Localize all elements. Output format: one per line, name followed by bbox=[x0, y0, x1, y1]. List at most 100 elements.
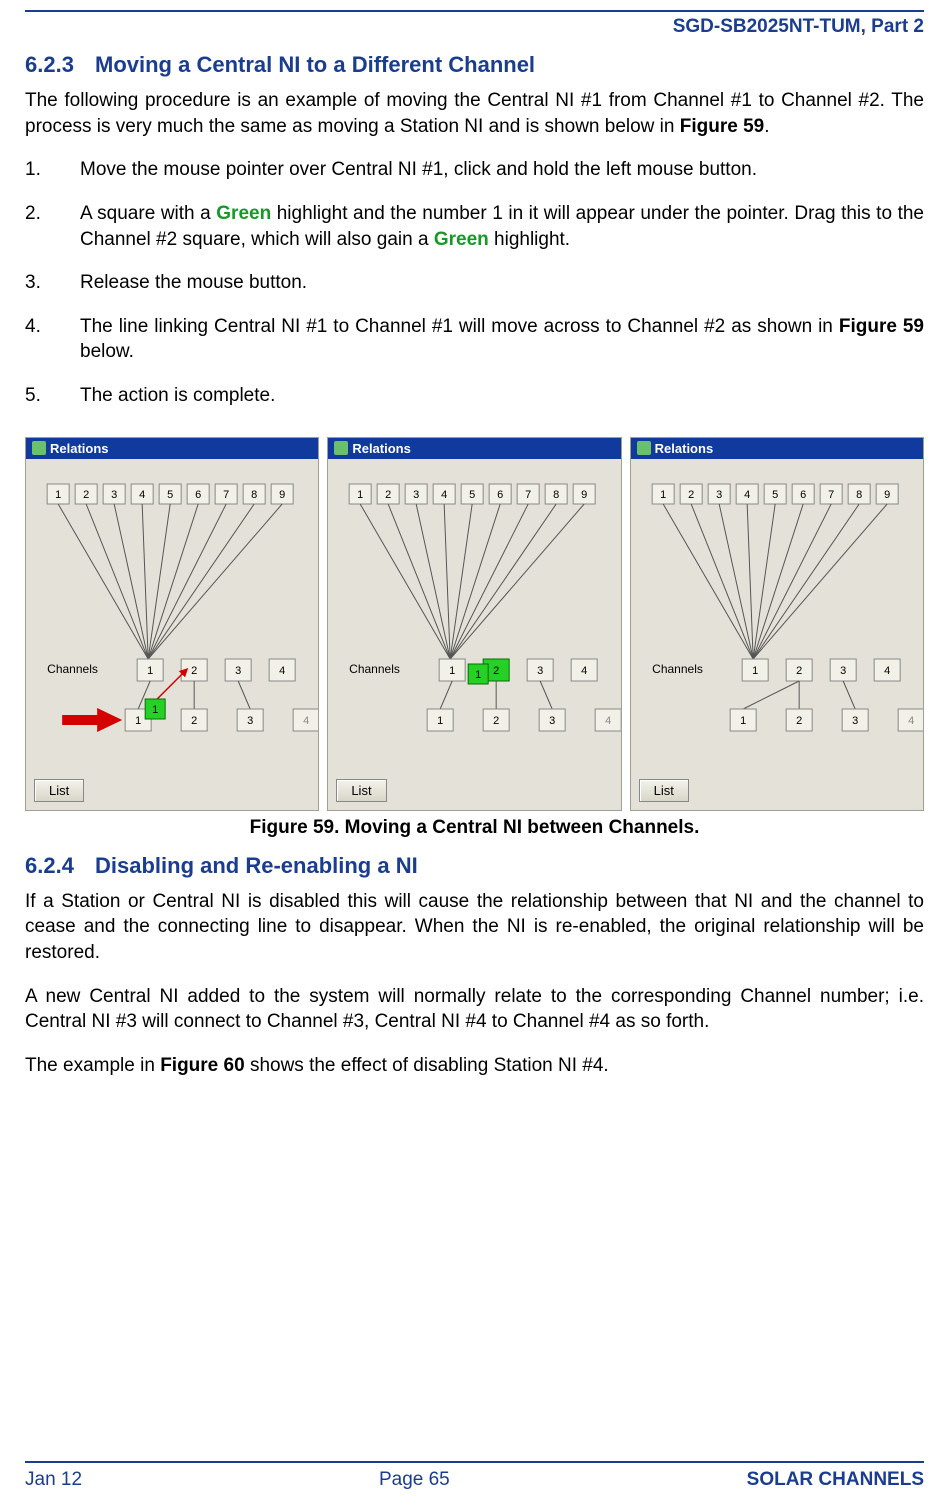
svg-text:Channels: Channels bbox=[652, 662, 703, 676]
svg-text:6: 6 bbox=[195, 489, 201, 501]
svg-text:3: 3 bbox=[716, 489, 722, 501]
svg-text:1: 1 bbox=[55, 489, 61, 501]
svg-text:3: 3 bbox=[413, 489, 419, 501]
svg-text:9: 9 bbox=[884, 489, 890, 501]
relations-panel-1: Relations 1 2 3 bbox=[25, 437, 319, 811]
svg-text:2: 2 bbox=[688, 489, 694, 501]
list-button[interactable]: List bbox=[336, 779, 386, 802]
svg-text:4: 4 bbox=[605, 715, 611, 727]
panel-title-text: Relations bbox=[352, 441, 411, 456]
svg-text:6: 6 bbox=[800, 489, 806, 501]
svg-text:3: 3 bbox=[111, 489, 117, 501]
section-624-p1: If a Station or Central NI is disabled t… bbox=[25, 889, 924, 966]
svg-text:1: 1 bbox=[752, 665, 758, 677]
figure-59-caption: Figure 59. Moving a Central NI between C… bbox=[25, 817, 924, 839]
svg-text:1: 1 bbox=[740, 715, 746, 727]
svg-text:1: 1 bbox=[449, 665, 455, 677]
svg-text:8: 8 bbox=[856, 489, 862, 501]
section-624-p3: The example in Figure 60 shows the effec… bbox=[25, 1053, 924, 1079]
channels-label: Channels bbox=[47, 662, 98, 676]
section-624-p2: A new Central NI added to the system wil… bbox=[25, 984, 924, 1035]
svg-text:2: 2 bbox=[83, 489, 89, 501]
heading-6-2-3: 6.2.3Moving a Central NI to a Different … bbox=[25, 52, 924, 78]
page-footer: Jan 12 Page 65 SOLAR CHANNELS bbox=[25, 1469, 924, 1491]
figure-59-panels: Relations 1 2 3 bbox=[25, 437, 924, 811]
heading-number: 6.2.4 bbox=[25, 853, 95, 879]
svg-text:3: 3 bbox=[840, 665, 846, 677]
svg-text:4: 4 bbox=[744, 489, 750, 501]
step-4: The line linking Central NI #1 to Channe… bbox=[25, 314, 924, 365]
svg-text:6: 6 bbox=[497, 489, 503, 501]
relations-icon bbox=[637, 441, 651, 455]
step-1: Move the mouse pointer over Central NI #… bbox=[25, 157, 924, 183]
green-word: Green bbox=[216, 203, 271, 224]
svg-text:3: 3 bbox=[852, 715, 858, 727]
svg-text:5: 5 bbox=[772, 489, 778, 501]
svg-text:4: 4 bbox=[303, 715, 309, 727]
heading-text: Disabling and Re-enabling a NI bbox=[95, 853, 418, 878]
svg-text:2: 2 bbox=[493, 665, 499, 677]
svg-text:4: 4 bbox=[441, 489, 447, 501]
svg-text:1: 1 bbox=[660, 489, 666, 501]
figure-ref-60: Figure 60 bbox=[160, 1055, 244, 1076]
svg-text:3: 3 bbox=[247, 715, 253, 727]
figure-ref-59: Figure 59 bbox=[680, 116, 764, 137]
list-button[interactable]: List bbox=[639, 779, 689, 802]
svg-text:4: 4 bbox=[581, 665, 587, 677]
svg-text:1: 1 bbox=[152, 704, 158, 716]
svg-text:2: 2 bbox=[796, 715, 802, 727]
red-block-arrow-icon bbox=[62, 708, 122, 732]
svg-text:4: 4 bbox=[908, 715, 914, 727]
svg-text:4: 4 bbox=[884, 665, 890, 677]
svg-text:Channels: Channels bbox=[349, 662, 400, 676]
green-word: Green bbox=[434, 229, 489, 250]
panel-titlebar: Relations bbox=[631, 438, 923, 459]
step-5: The action is complete. bbox=[25, 383, 924, 409]
top-nodes[interactable]: 1 2 3 4 5 6 7 8 9 bbox=[47, 484, 293, 504]
step-2: A square with a Green highlight and the … bbox=[25, 201, 924, 252]
svg-text:8: 8 bbox=[553, 489, 559, 501]
svg-text:2: 2 bbox=[191, 665, 197, 677]
footer-date: Jan 12 bbox=[25, 1469, 82, 1491]
relations-icon bbox=[334, 441, 348, 455]
step-3: Release the mouse button. bbox=[25, 270, 924, 296]
panel-titlebar: Relations bbox=[328, 438, 620, 459]
intro-paragraph: The following procedure is an example of… bbox=[25, 88, 924, 139]
footer-section: SOLAR CHANNELS bbox=[747, 1469, 924, 1491]
footer-page: Page 65 bbox=[379, 1469, 450, 1491]
svg-text:5: 5 bbox=[469, 489, 475, 501]
svg-text:1: 1 bbox=[147, 665, 153, 677]
document-id: SGD-SB2025NT-TUM, Part 2 bbox=[25, 16, 924, 38]
svg-text:1: 1 bbox=[135, 715, 141, 727]
svg-text:7: 7 bbox=[525, 489, 531, 501]
heading-6-2-4: 6.2.4Disabling and Re-enabling a NI bbox=[25, 853, 924, 879]
svg-text:2: 2 bbox=[191, 715, 197, 727]
svg-text:9: 9 bbox=[581, 489, 587, 501]
svg-text:7: 7 bbox=[828, 489, 834, 501]
svg-text:4: 4 bbox=[139, 489, 145, 501]
list-button[interactable]: List bbox=[34, 779, 84, 802]
svg-text:9: 9 bbox=[279, 489, 285, 501]
svg-text:2: 2 bbox=[796, 665, 802, 677]
panel-title-text: Relations bbox=[50, 441, 109, 456]
svg-text:3: 3 bbox=[537, 665, 543, 677]
panel-titlebar: Relations bbox=[26, 438, 318, 459]
svg-text:4: 4 bbox=[279, 665, 285, 677]
svg-text:2: 2 bbox=[493, 715, 499, 727]
svg-text:1: 1 bbox=[357, 489, 363, 501]
svg-text:1: 1 bbox=[437, 715, 443, 727]
svg-text:8: 8 bbox=[251, 489, 257, 501]
panel-title-text: Relations bbox=[655, 441, 714, 456]
svg-text:3: 3 bbox=[549, 715, 555, 727]
svg-text:5: 5 bbox=[167, 489, 173, 501]
svg-text:2: 2 bbox=[385, 489, 391, 501]
svg-text:7: 7 bbox=[223, 489, 229, 501]
relations-panel-3: Relations 1 2 3 4 5 6 7 8 9 bbox=[630, 437, 924, 811]
procedure-steps: Move the mouse pointer over Central NI #… bbox=[25, 157, 924, 426]
svg-text:3: 3 bbox=[235, 665, 241, 677]
header-rule bbox=[25, 10, 924, 12]
svg-text:1: 1 bbox=[475, 669, 481, 681]
heading-text: Moving a Central NI to a Different Chann… bbox=[95, 52, 535, 77]
figure-ref-59: Figure 59 bbox=[839, 316, 924, 337]
channel-nodes[interactable]: 1 2 3 4 bbox=[137, 659, 295, 681]
